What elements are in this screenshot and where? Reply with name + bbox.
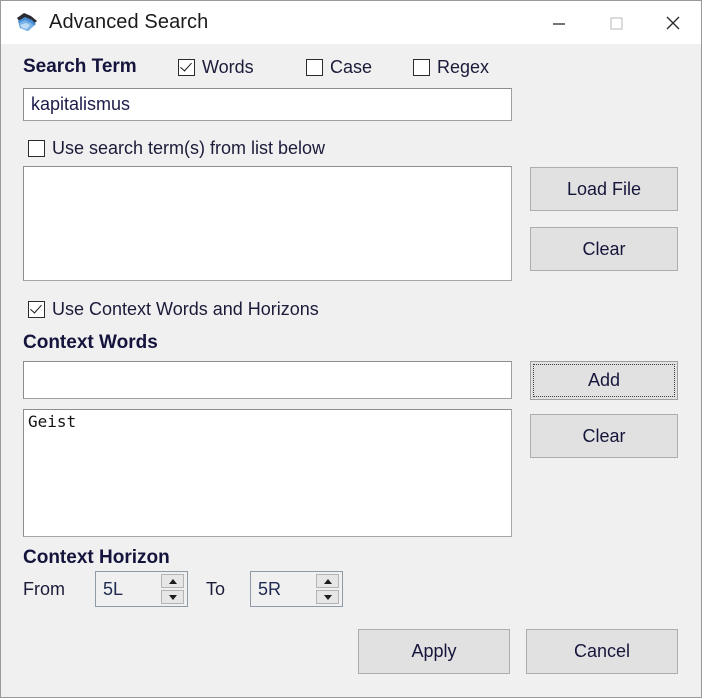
regex-checkbox-box[interactable] bbox=[413, 59, 430, 76]
context-clear-button[interactable]: Clear bbox=[530, 414, 678, 458]
use-context-checkbox-box[interactable] bbox=[28, 301, 45, 318]
add-context-word-button[interactable]: Add bbox=[530, 361, 678, 400]
horizon-to-value[interactable]: 5R bbox=[251, 572, 316, 606]
window-title: Advanced Search bbox=[49, 11, 209, 33]
stepper-up-icon[interactable] bbox=[316, 574, 339, 588]
horizon-from-value[interactable]: 5L bbox=[96, 572, 161, 606]
horizon-from-stepper[interactable]: 5L bbox=[95, 571, 188, 607]
search-term-list[interactable] bbox=[23, 166, 512, 281]
horizon-to-stepper[interactable]: 5R bbox=[250, 571, 343, 607]
checkbox-use-term-list[interactable]: Use search term(s) from list below bbox=[28, 138, 325, 159]
stepper-down-icon[interactable] bbox=[316, 590, 339, 604]
use-context-checkbox-label: Use Context Words and Horizons bbox=[52, 299, 319, 319]
checkbox-regex[interactable]: Regex bbox=[413, 57, 489, 78]
close-icon[interactable] bbox=[644, 1, 701, 44]
window-controls bbox=[530, 1, 701, 44]
case-checkbox-box[interactable] bbox=[306, 59, 323, 76]
context-words-list[interactable]: Geist bbox=[23, 409, 512, 537]
search-term-label: Search Term bbox=[23, 56, 137, 77]
context-words-input[interactable] bbox=[23, 361, 512, 399]
checkbox-use-context[interactable]: Use Context Words and Horizons bbox=[28, 299, 319, 320]
stepper-down-icon[interactable] bbox=[161, 590, 184, 604]
stepper-up-icon[interactable] bbox=[161, 574, 184, 588]
load-file-button[interactable]: Load File bbox=[530, 167, 678, 211]
search-term-input[interactable]: kapitalismus bbox=[23, 88, 512, 121]
words-checkbox-box[interactable] bbox=[178, 59, 195, 76]
dialog-body: Search Term Words Case Regex kapitalismu… bbox=[1, 44, 701, 697]
list-item[interactable]: Geist bbox=[26, 412, 511, 432]
words-checkbox-label: Words bbox=[202, 57, 254, 77]
maximize-icon[interactable] bbox=[587, 1, 644, 44]
horizon-to-label: To bbox=[206, 579, 226, 599]
cancel-button[interactable]: Cancel bbox=[526, 629, 678, 674]
title-bar[interactable]: Advanced Search bbox=[1, 1, 701, 44]
horizon-to-stepper-buttons bbox=[316, 572, 342, 606]
context-horizon-label: Context Horizon bbox=[23, 547, 170, 568]
checkbox-case[interactable]: Case bbox=[306, 57, 372, 78]
horizon-from-stepper-buttons bbox=[161, 572, 187, 606]
minimize-icon[interactable] bbox=[530, 1, 587, 44]
apply-button[interactable]: Apply bbox=[358, 629, 510, 674]
advanced-search-dialog: Advanced Search Search Term Words Case R… bbox=[0, 0, 702, 698]
app-icon bbox=[14, 10, 40, 36]
use-term-list-checkbox-box[interactable] bbox=[28, 140, 45, 157]
checkbox-words[interactable]: Words bbox=[178, 57, 254, 78]
use-term-list-checkbox-label: Use search term(s) from list below bbox=[52, 138, 326, 158]
horizon-from-label: From bbox=[23, 579, 65, 599]
context-words-label: Context Words bbox=[23, 332, 158, 353]
regex-checkbox-label: Regex bbox=[437, 57, 490, 77]
case-checkbox-label: Case bbox=[330, 57, 373, 77]
search-term-clear-button[interactable]: Clear bbox=[530, 227, 678, 271]
